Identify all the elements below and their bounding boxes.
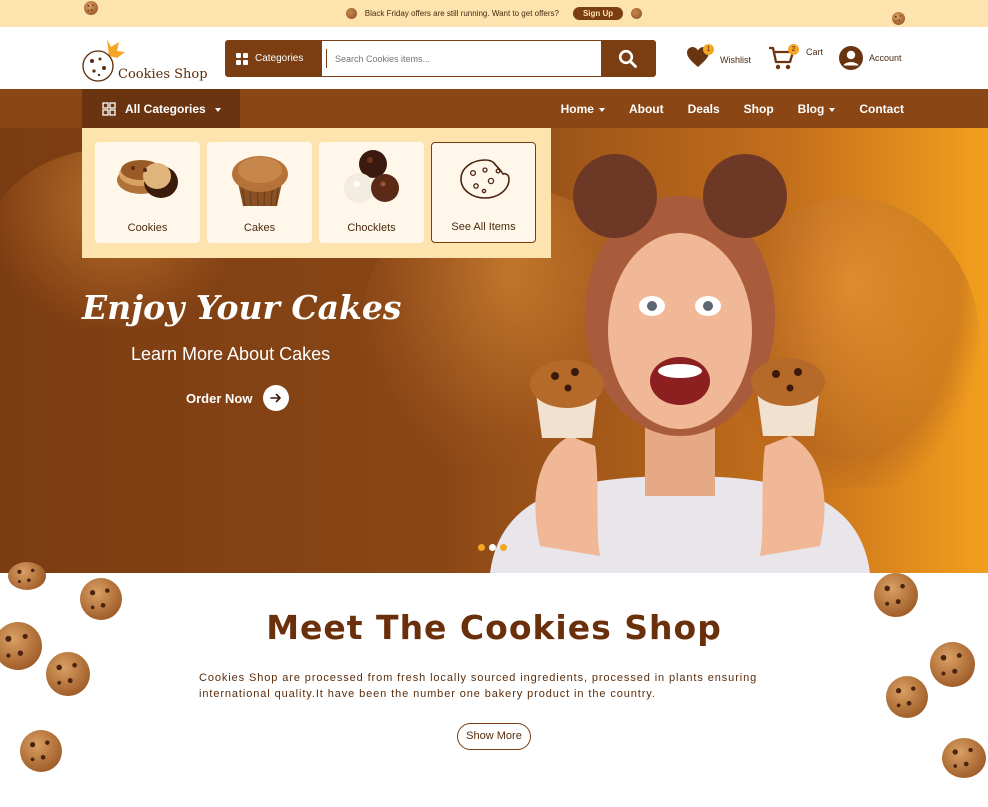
nav-item-contact[interactable]: Contact	[859, 102, 904, 116]
nav-item-about[interactable]: About	[629, 102, 664, 116]
categories-dropdown-button[interactable]: Categories	[226, 41, 322, 76]
nav-menu: Home About Deals Shop Blog Contact	[561, 89, 904, 128]
cookies-image	[117, 160, 178, 198]
nav-item-label: Home	[560, 101, 594, 116]
grid-icon	[236, 52, 248, 65]
decorative-cookie	[84, 1, 98, 15]
promo-bar: Black Friday offers are still running. W…	[0, 0, 988, 27]
search-input[interactable]	[326, 49, 601, 68]
cookie-icon	[345, 8, 357, 19]
meet-section-title: Meet The Cookies Shop	[266, 608, 722, 647]
category-label: Cookies	[127, 222, 168, 234]
meet-section-text: Cookies Shop are processed from fresh lo…	[199, 672, 758, 700]
nav-item-label: Deals	[687, 101, 720, 116]
chocolates-image	[344, 150, 399, 203]
category-label: Cakes	[243, 222, 276, 234]
account-label: Account	[869, 53, 902, 63]
cupcake-image	[232, 156, 288, 207]
nav-item-label: Contact	[859, 101, 904, 116]
nav-item-home[interactable]: Home	[561, 102, 605, 116]
sign-up-button[interactable]: Sign Up	[572, 7, 624, 20]
show-more-button[interactable]: Show More	[457, 723, 531, 750]
caret-down-icon	[598, 107, 605, 112]
logo[interactable]: Cookies Shop	[81, 35, 211, 85]
wishlist-link[interactable]: 1 Wishlist	[686, 44, 751, 68]
carousel-dot-3[interactable]	[500, 544, 507, 551]
nav-item-blog[interactable]: Blog	[798, 102, 836, 116]
wishlist-count-badge: 1	[703, 44, 714, 55]
nav-item-label: Shop	[743, 101, 774, 116]
account-link[interactable]: Account	[839, 46, 902, 70]
categories-dropdown-panel: Cookies Cakes Chocklets See All Items	[82, 128, 551, 258]
category-card-cakes[interactable]: Cakes	[207, 142, 312, 243]
caret-down-icon	[214, 107, 221, 112]
order-now-button[interactable]: Order Now	[186, 385, 290, 411]
main-nav: All Categories Home About Deals Shop Blo…	[0, 89, 988, 128]
cart-link[interactable]: 2 Cart	[768, 44, 824, 71]
user-avatar-icon	[839, 46, 863, 70]
nav-item-shop[interactable]: Shop	[744, 102, 774, 116]
decorative-cookie	[886, 676, 928, 718]
carousel-dot-2[interactable]	[489, 544, 496, 551]
arrow-right-icon	[263, 385, 290, 411]
search-button[interactable]	[601, 41, 655, 76]
caret-down-icon	[829, 107, 836, 112]
promo-text: Black Friday offers are still running. W…	[364, 9, 559, 18]
nav-item-label: Blog	[797, 101, 825, 116]
decorative-cookie	[8, 562, 46, 590]
wishlist-label: Wishlist	[720, 55, 751, 65]
cookie-icon	[631, 8, 643, 19]
header: Cookies Shop Categories 1 Wishlist	[0, 27, 988, 89]
decorative-cookie	[20, 730, 62, 772]
search-bar: Categories	[225, 40, 656, 77]
category-label: Chocklets	[347, 222, 396, 234]
decorative-cookie	[930, 642, 975, 687]
cart-label: Cart	[806, 47, 824, 57]
hero-title: Enjoy Your Cakes	[82, 288, 402, 327]
category-card-chocklets[interactable]: Chocklets	[319, 142, 424, 243]
category-card-cookies[interactable]: Cookies	[95, 142, 200, 243]
logo-text: Cookies Shop	[118, 67, 208, 82]
decorative-cookie	[892, 12, 905, 25]
grid-icon	[102, 101, 116, 116]
all-categories-button[interactable]: All Categories	[82, 89, 240, 128]
page: Black Friday offers are still running. W…	[0, 0, 988, 807]
hero-subtitle: Learn More About Cakes	[131, 344, 331, 364]
decorative-cookie	[46, 652, 90, 696]
all-categories-label: All Categories	[125, 101, 206, 116]
nav-item-label: About	[628, 101, 664, 116]
categories-label: Categories	[255, 53, 304, 64]
carousel-dots	[478, 544, 507, 551]
order-now-label: Order Now	[186, 390, 253, 406]
category-label: See All Items	[451, 221, 516, 233]
decorative-cookie	[942, 738, 986, 778]
cookie-outline-icon	[460, 159, 510, 199]
cart-count-badge: 2	[788, 44, 799, 55]
carousel-dot-1[interactable]	[478, 544, 485, 551]
search-icon	[618, 49, 637, 68]
nav-item-deals[interactable]: Deals	[688, 102, 720, 116]
category-card-see-all-items[interactable]: See All Items	[431, 142, 536, 243]
